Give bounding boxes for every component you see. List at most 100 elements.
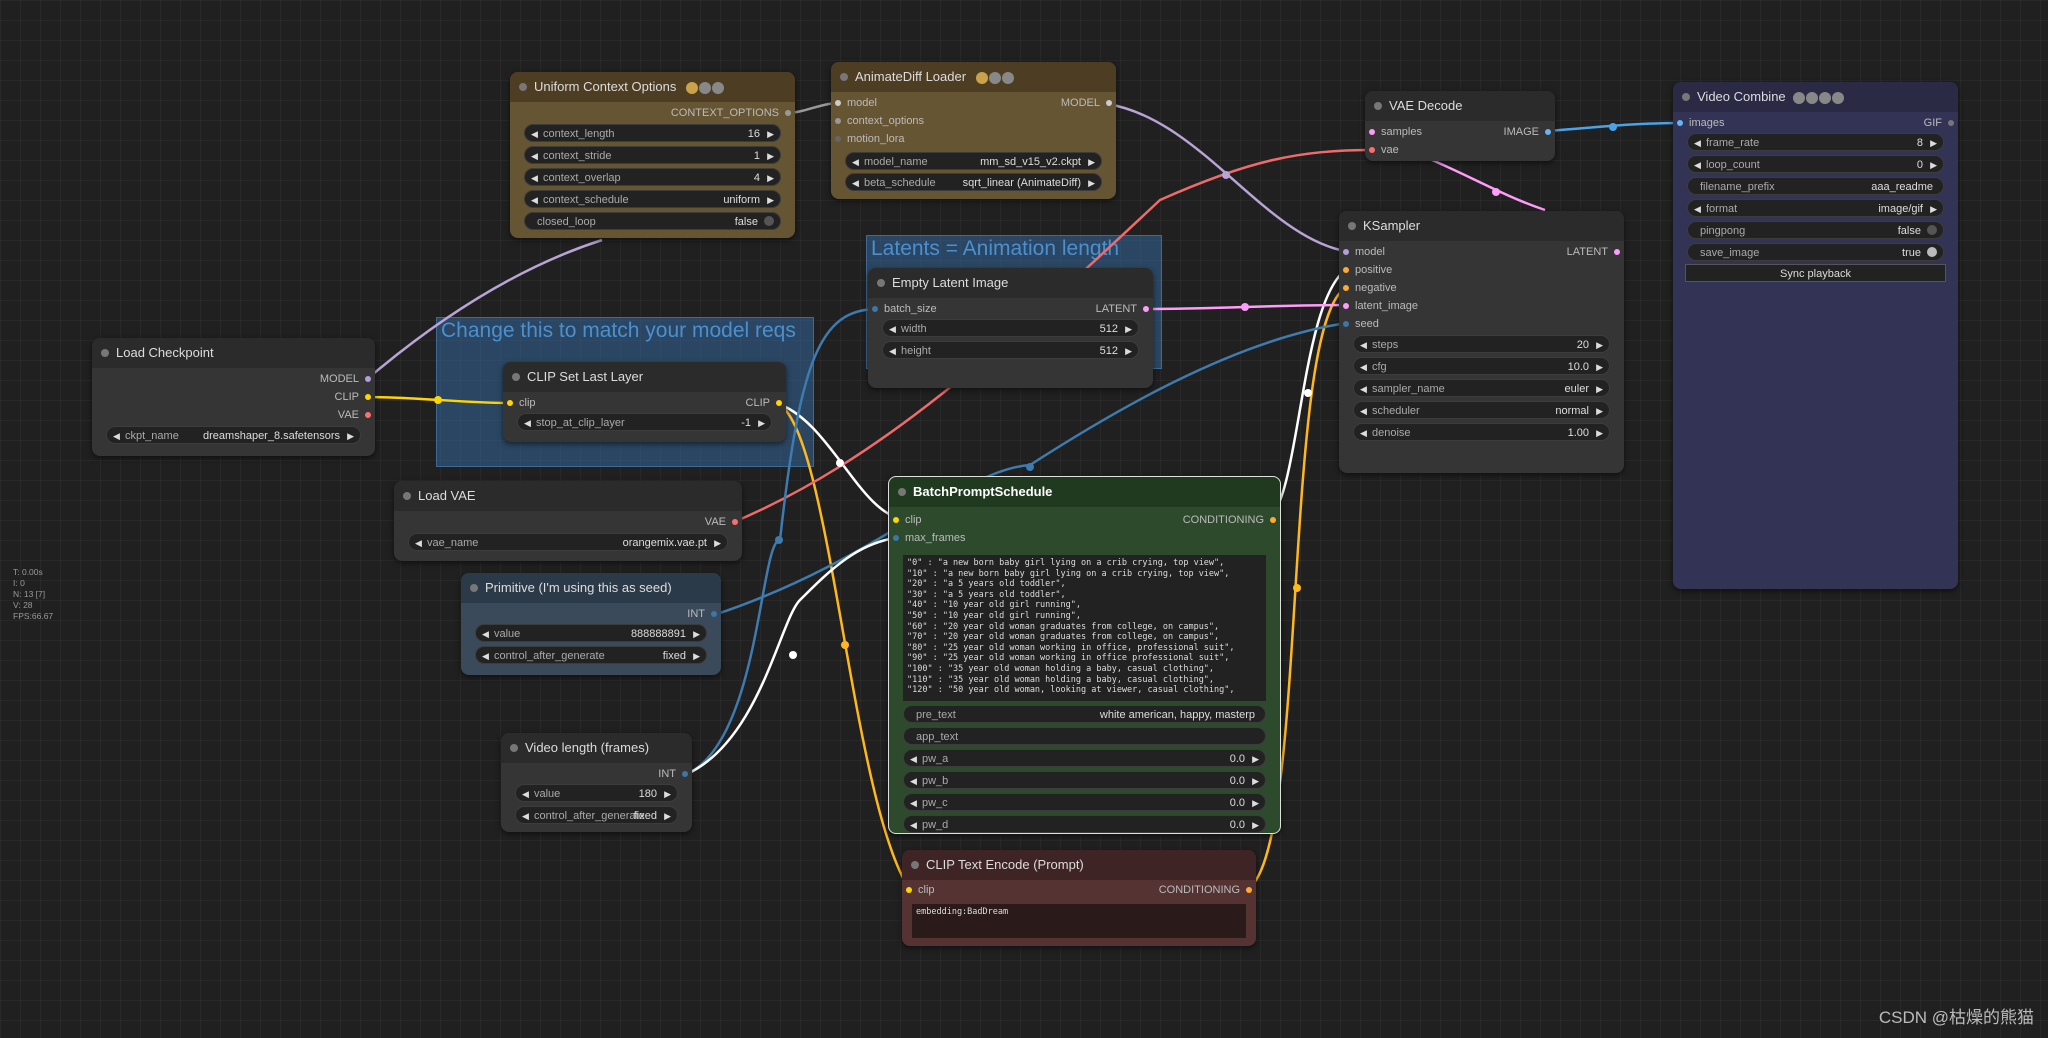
increment-arrow-icon[interactable]: ▶ — [347, 427, 354, 443]
input-vae[interactable]: vae — [1365, 141, 1399, 159]
decrement-arrow-icon[interactable]: ◀ — [522, 807, 529, 823]
collapse-dot[interactable] — [1682, 93, 1690, 101]
decrement-arrow-icon[interactable]: ◀ — [1694, 200, 1701, 216]
output-vae[interactable]: VAE — [705, 513, 742, 531]
sync-playback-button[interactable]: Sync playback — [1685, 264, 1946, 282]
toggle-pingpong[interactable]: pingpong false — [1687, 221, 1944, 239]
output-model[interactable]: MODEL — [320, 370, 375, 388]
widget-frames-value[interactable]: ◀ value 180 ▶ — [515, 784, 678, 802]
widget-frame-rate[interactable]: ◀ frame_rate 8 ▶ — [1687, 133, 1944, 151]
increment-arrow-icon[interactable]: ▶ — [1252, 772, 1259, 788]
toggle-knob-icon[interactable] — [1927, 225, 1937, 235]
decrement-arrow-icon[interactable]: ◀ — [910, 772, 917, 788]
node-empty-latent-image[interactable]: Empty Latent Image batch_size LATENT ◀ wi… — [868, 268, 1153, 388]
increment-arrow-icon[interactable]: ▶ — [1930, 134, 1937, 150]
decrement-arrow-icon[interactable]: ◀ — [889, 342, 896, 358]
output-slot-icon[interactable] — [776, 400, 782, 406]
output-slot-icon[interactable] — [1614, 249, 1620, 255]
output-slot-icon[interactable] — [1545, 129, 1551, 135]
widget-cfg[interactable]: ◀ cfg 10.0 ▶ — [1353, 357, 1610, 375]
output-slot-icon[interactable] — [365, 394, 371, 400]
node-title[interactable]: CLIP Text Encode (Prompt) — [902, 850, 1256, 880]
increment-arrow-icon[interactable]: ▶ — [1596, 336, 1603, 352]
node-primitive[interactable]: Primitive (I'm using this as seed) INT ◀… — [461, 573, 721, 675]
toggle-closed-loop[interactable]: closed_loop false — [524, 212, 781, 230]
input-slot-icon[interactable] — [893, 535, 899, 541]
decrement-arrow-icon[interactable]: ◀ — [1360, 358, 1367, 374]
toggle-knob-icon[interactable] — [764, 216, 774, 226]
output-slot-icon[interactable] — [732, 519, 738, 525]
widget-sampler-name[interactable]: ◀ sampler_name euler ▶ — [1353, 379, 1610, 397]
decrement-arrow-icon[interactable]: ◀ — [852, 174, 859, 190]
node-title[interactable]: AnimateDiff Loader — [831, 62, 1116, 92]
collapse-dot[interactable] — [510, 744, 518, 752]
input-app-text[interactable]: app_text — [903, 727, 1266, 745]
increment-arrow-icon[interactable]: ▶ — [1088, 174, 1095, 190]
widget-control-after-generate[interactable]: ◀ control_after_generate fixed ▶ — [515, 806, 678, 824]
input-motion-lora[interactable]: motion_lora — [831, 130, 904, 148]
widget-scheduler[interactable]: ◀ scheduler normal ▶ — [1353, 401, 1610, 419]
increment-arrow-icon[interactable]: ▶ — [664, 785, 671, 801]
output-vae[interactable]: VAE — [338, 406, 375, 424]
widget-pw-b[interactable]: ◀ pw_b 0.0 ▶ — [903, 771, 1266, 789]
decrement-arrow-icon[interactable]: ◀ — [1694, 134, 1701, 150]
output-slot-icon[interactable] — [711, 611, 717, 617]
widget-steps[interactable]: ◀ steps 20 ▶ — [1353, 335, 1610, 353]
output-slot-icon[interactable] — [365, 412, 371, 418]
increment-arrow-icon[interactable]: ▶ — [1252, 794, 1259, 810]
decrement-arrow-icon[interactable]: ◀ — [1360, 336, 1367, 352]
widget-width[interactable]: ◀ width 512 ▶ — [882, 319, 1139, 337]
widget-stop-at-clip-layer[interactable]: ◀ stop_at_clip_layer -1 ▶ — [517, 413, 772, 431]
collapse-dot[interactable] — [470, 584, 478, 592]
increment-arrow-icon[interactable]: ▶ — [1596, 358, 1603, 374]
input-clip[interactable]: clip — [503, 394, 536, 412]
widget-context-length[interactable]: ◀ context_length 16 ▶ — [524, 124, 781, 142]
decrement-arrow-icon[interactable]: ◀ — [852, 153, 859, 169]
increment-arrow-icon[interactable]: ▶ — [1088, 153, 1095, 169]
input-images[interactable]: images — [1673, 114, 1724, 132]
input-samples[interactable]: samples — [1365, 123, 1422, 141]
increment-arrow-icon[interactable]: ▶ — [1596, 402, 1603, 418]
decrement-arrow-icon[interactable]: ◀ — [1694, 156, 1701, 172]
node-title[interactable]: Primitive (I'm using this as seed) — [461, 573, 721, 603]
output-clip[interactable]: CLIP — [335, 388, 375, 406]
increment-arrow-icon[interactable]: ▶ — [767, 125, 774, 141]
input-slot-icon[interactable] — [1343, 321, 1349, 327]
collapse-dot[interactable] — [877, 279, 885, 287]
input-model[interactable]: model — [1339, 243, 1385, 261]
input-slot-icon[interactable] — [1343, 267, 1349, 273]
output-conditioning[interactable]: CONDITIONING — [1159, 881, 1256, 899]
output-gif[interactable]: GIF — [1924, 114, 1958, 132]
toggle-save-image[interactable]: save_image true — [1687, 243, 1944, 261]
output-slot-icon[interactable] — [785, 110, 791, 116]
node-title[interactable]: KSampler — [1339, 211, 1624, 241]
increment-arrow-icon[interactable]: ▶ — [1252, 750, 1259, 766]
toggle-knob-icon[interactable] — [1927, 247, 1937, 257]
increment-arrow-icon[interactable]: ▶ — [758, 414, 765, 430]
node-vae-decode[interactable]: VAE Decode samples vae IMAGE — [1365, 91, 1555, 161]
input-slot-icon[interactable] — [872, 306, 878, 312]
increment-arrow-icon[interactable]: ▶ — [767, 169, 774, 185]
widget-context-schedule[interactable]: ◀ context_schedule uniform ▶ — [524, 190, 781, 208]
input-model[interactable]: model — [831, 94, 877, 112]
decrement-arrow-icon[interactable]: ◀ — [1360, 424, 1367, 440]
collapse-dot[interactable] — [101, 349, 109, 357]
output-int[interactable]: INT — [658, 765, 692, 783]
decrement-arrow-icon[interactable]: ◀ — [522, 785, 529, 801]
output-latent[interactable]: LATENT — [1567, 243, 1624, 261]
input-context-options[interactable]: context_options — [831, 112, 924, 130]
input-slot-icon[interactable] — [1369, 129, 1375, 135]
widget-seed-value[interactable]: ◀ value 888888891 ▶ — [475, 624, 707, 642]
input-slot-icon[interactable] — [507, 400, 513, 406]
input-slot-icon[interactable] — [1369, 147, 1375, 153]
node-video-combine[interactable]: Video Combine images GIF ◀ frame_rate 8 ▶ ◀… — [1673, 82, 1958, 589]
decrement-arrow-icon[interactable]: ◀ — [531, 125, 538, 141]
node-animatediff-loader[interactable]: AnimateDiff Loader model context_options… — [831, 62, 1116, 199]
decrement-arrow-icon[interactable]: ◀ — [910, 816, 917, 832]
decrement-arrow-icon[interactable]: ◀ — [1360, 380, 1367, 396]
decrement-arrow-icon[interactable]: ◀ — [531, 147, 538, 163]
input-seed[interactable]: seed — [1339, 315, 1379, 333]
widget-control-after-generate[interactable]: ◀ control_after_generate fixed ▶ — [475, 646, 707, 664]
collapse-dot[interactable] — [911, 861, 919, 869]
output-image[interactable]: IMAGE — [1504, 123, 1555, 141]
